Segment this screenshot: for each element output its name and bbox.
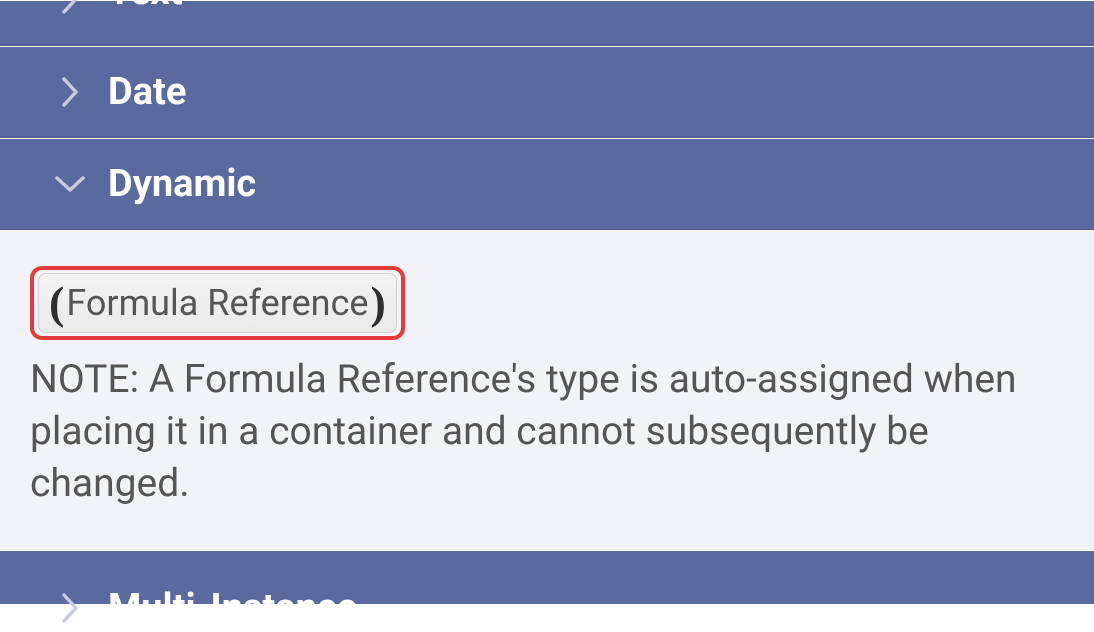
chevron-down-icon [50,164,90,204]
chevron-right-icon [50,72,90,112]
section-date-header[interactable]: Date [0,46,1094,138]
section-multi-instance-label: Multi-Instance [108,589,357,627]
paren-open-icon: ( [49,280,64,326]
section-dynamic-header[interactable]: Dynamic [0,138,1094,230]
section-dynamic-body: ( Formula Reference ) NOTE: A Formula Re… [0,230,1094,550]
chevron-right-icon [50,588,90,628]
section-text-header[interactable]: Text [0,0,1094,46]
chevron-right-icon [50,0,90,19]
section-multi-instance-header[interactable]: Multi-Instance [0,550,1094,604]
section-text-label: Text [108,0,183,11]
section-dynamic-label: Dynamic [108,162,256,206]
formula-reference-row: ( Formula Reference ) [30,266,1064,340]
section-date-label: Date [108,70,186,114]
accordion: Text Date Dynamic ( Formula Reference ) … [0,0,1094,604]
formula-reference-note: NOTE: A Formula Reference's type is auto… [30,354,1064,510]
formula-reference-label: Formula Reference [64,282,370,324]
formula-reference-highlight: ( Formula Reference ) [30,266,405,340]
paren-close-icon: ) [371,280,386,326]
formula-reference-pill[interactable]: ( Formula Reference ) [38,273,397,333]
